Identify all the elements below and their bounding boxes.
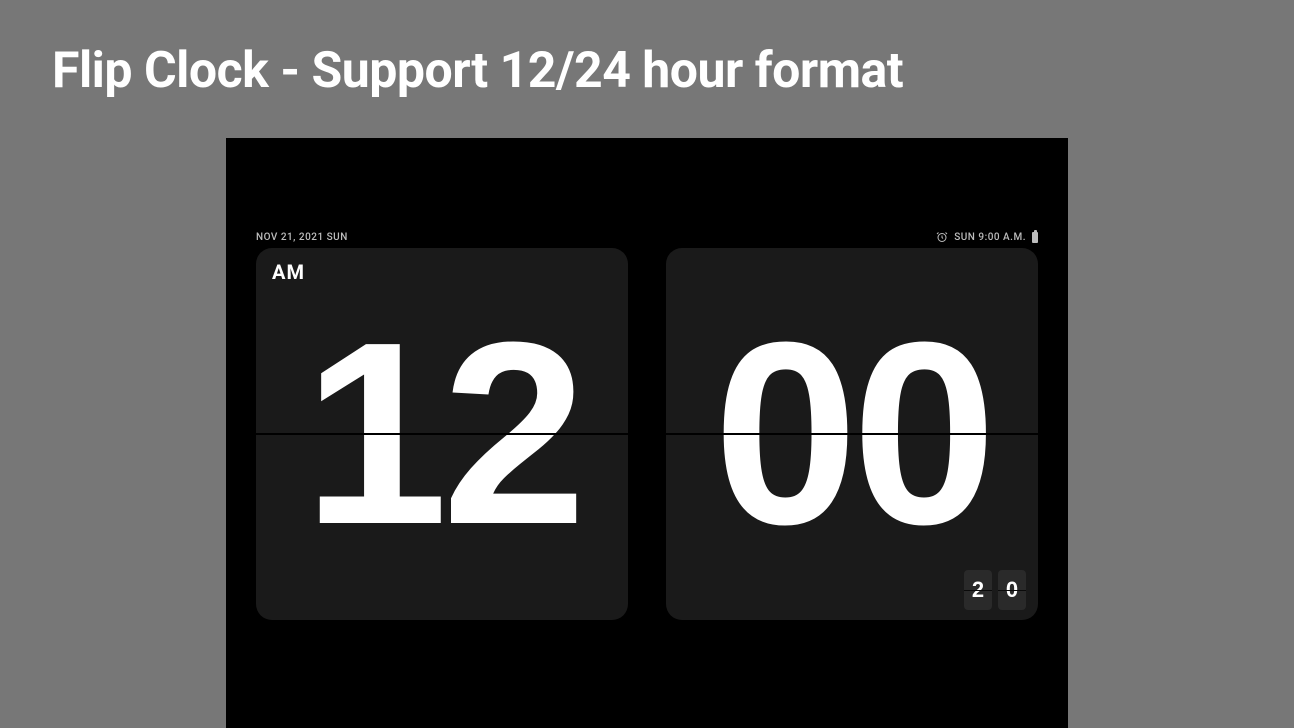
minutes-value: 00	[713, 304, 990, 564]
seconds-ones: 0	[998, 570, 1026, 610]
alarm-clock-icon	[936, 231, 948, 243]
ampm-label: AM	[272, 260, 305, 284]
alarm-label: SUN 9:00 A.M.	[954, 232, 1026, 243]
seconds-display: 2 0	[964, 570, 1026, 610]
status-bar: NOV 21, 2021 SUN SUN 9:00 A.M.	[256, 228, 1038, 246]
battery-icon	[1032, 232, 1038, 243]
page-title: Flip Clock - Support 12/24 hour format	[0, 0, 1294, 100]
hours-card[interactable]: AM 12	[256, 248, 628, 620]
seconds-tens: 2	[964, 570, 992, 610]
flip-cards: AM 12 00 2 0	[256, 248, 1038, 620]
hours-value: 12	[303, 304, 580, 564]
flip-clock-window: NOV 21, 2021 SUN SUN 9:00 A.M. AM 12 00 …	[226, 138, 1068, 728]
date-label: NOV 21, 2021 SUN	[256, 232, 348, 243]
alarm-group: SUN 9:00 A.M.	[936, 231, 1038, 243]
minutes-card[interactable]: 00 2 0	[666, 248, 1038, 620]
